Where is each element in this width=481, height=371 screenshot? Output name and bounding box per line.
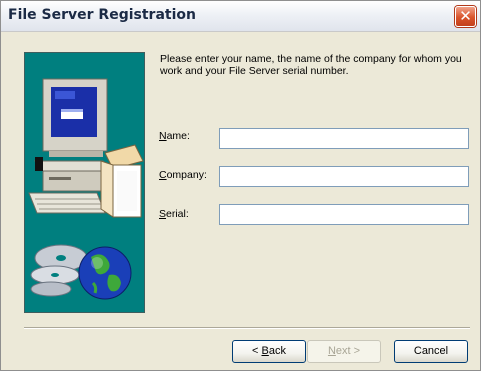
close-icon: ✕ [459, 7, 472, 25]
cancel-button[interactable]: Cancel [394, 340, 468, 363]
computer-monitor-icon [42, 78, 108, 157]
serial-label: Serial: [159, 208, 189, 220]
close-button[interactable]: ✕ [455, 6, 476, 27]
instructions-text: Please enter your name, the name of the … [160, 53, 462, 77]
computer-case-icon [33, 157, 113, 192]
back-button[interactable]: < Back [232, 340, 306, 363]
globe-icon [78, 246, 132, 300]
serial-input[interactable] [219, 204, 469, 225]
window-title: File Server Registration [8, 7, 196, 23]
keyboard-icon [28, 192, 106, 214]
registration-dialog: File Server Registration ✕ Please enter … [0, 0, 481, 371]
next-button[interactable]: Next > [307, 340, 381, 363]
computer-illustration-icon [28, 78, 144, 300]
footer-separator [24, 327, 470, 329]
title-bar[interactable]: File Server Registration ✕ [1, 1, 480, 32]
box-icon [100, 144, 144, 218]
cd-discs-icon [30, 244, 88, 297]
name-label: Name: [159, 130, 190, 142]
wizard-illustration [24, 52, 145, 313]
name-input[interactable] [219, 128, 469, 149]
company-label: Company: [159, 169, 207, 181]
company-input[interactable] [219, 166, 469, 187]
